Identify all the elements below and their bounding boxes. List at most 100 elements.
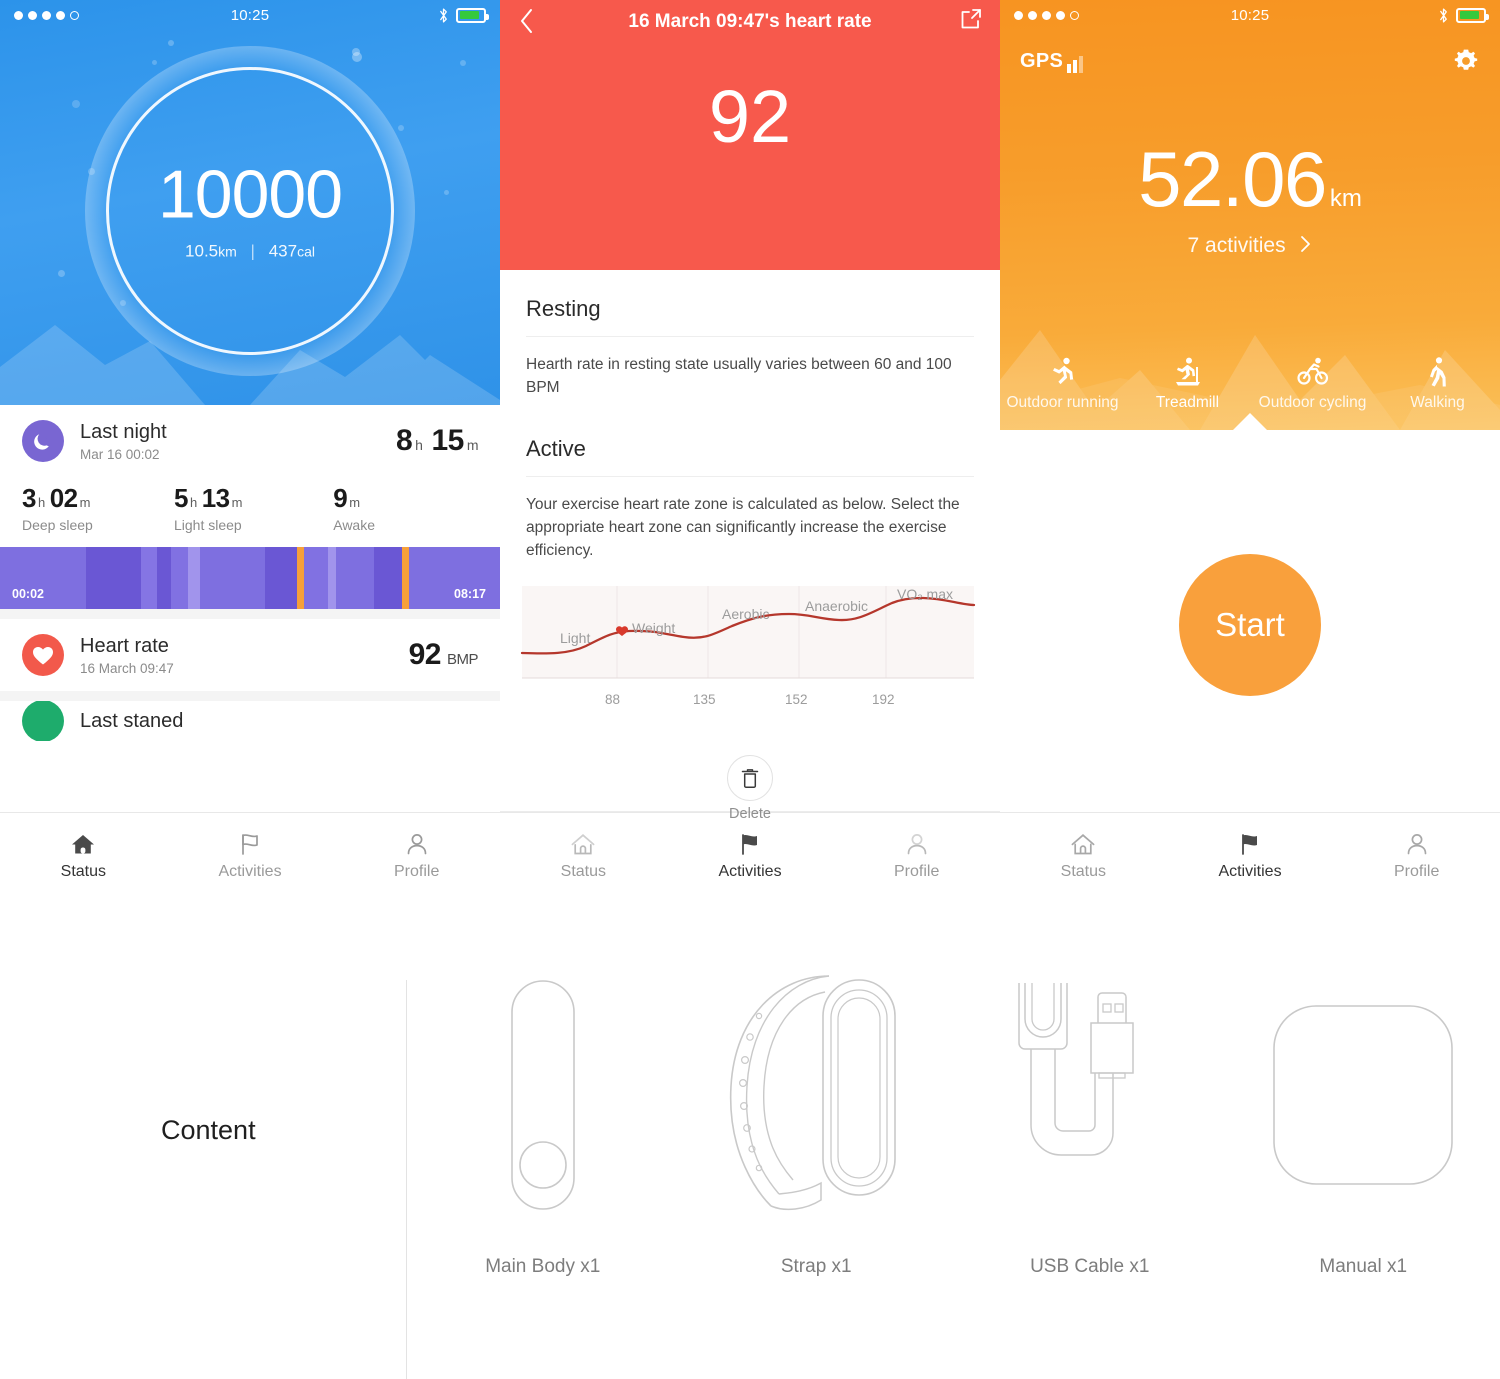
parts-list: Main Body x1 Strap x1 USB Cable x1 Manua…: [406, 960, 1500, 1278]
awake-unit: m: [349, 495, 360, 510]
sleep-stat-deep: 3 h 02 m Deep sleep: [22, 483, 174, 533]
tab-activities-label: Activities: [218, 863, 282, 880]
zone-label-weight: Weight: [632, 620, 676, 637]
gps-status: GPS: [1020, 50, 1084, 73]
activities-count-label: 7 activities: [1187, 234, 1286, 257]
deep-sleep-minutes-unit: m: [79, 495, 91, 510]
person-icon: [907, 834, 927, 855]
sleep-summary-row[interactable]: z Last night Mar 16 00:02 8 h 15 m: [0, 405, 500, 477]
activity-type-outdoor-running[interactable]: Outdoor running: [1000, 356, 1125, 412]
share-external-icon[interactable]: [960, 8, 982, 30]
tab-status-label: Status: [1060, 863, 1107, 880]
bottom-tab-bar: Status Activities Profile: [1000, 812, 1500, 900]
distance-value: 10.5: [185, 241, 219, 261]
section-divider: [0, 691, 500, 701]
bubble-decoration: [72, 100, 80, 108]
activity-type-walking[interactable]: Walking: [1375, 356, 1500, 412]
zone-tick-88: 88: [605, 692, 621, 708]
tab-profile[interactable]: Profile: [1333, 813, 1500, 900]
sleep-total-minutes: 15: [431, 424, 464, 457]
zone-tick-152: 152: [785, 692, 808, 708]
signal-dots-icon: [1014, 10, 1079, 20]
zone-label-vo2max: VO₂ max: [897, 586, 953, 603]
tab-status[interactable]: Status: [1000, 813, 1167, 900]
bubble-decoration: [152, 60, 157, 65]
resting-section: Resting Hearth rate in resting state usu…: [500, 270, 1000, 400]
home-icon: [1071, 834, 1095, 855]
sleep-subtitle: Mar 16 00:02: [80, 446, 160, 462]
zone-label-aerobic: Aerobic: [722, 606, 770, 623]
moon-sleep-icon: z: [22, 420, 64, 462]
tab-profile[interactable]: Profile: [833, 813, 1000, 900]
part-label: Manual x1: [1319, 1256, 1408, 1277]
activity-type-outdoor-cycling[interactable]: Outdoor cycling: [1250, 356, 1375, 412]
bubble-decoration: [460, 60, 466, 66]
tab-activities[interactable]: Activities: [1167, 813, 1334, 900]
tab-activities[interactable]: Activities: [167, 813, 334, 900]
battery-icon: [1456, 7, 1489, 23]
treadmill-icon: [1175, 357, 1200, 386]
part-strap: Strap x1: [680, 960, 954, 1278]
delete-button[interactable]: Delete: [727, 755, 773, 822]
bluetooth-icon: [1440, 7, 1447, 23]
active-section: Active Your exercise heart rate zone is …: [500, 400, 1000, 563]
bubble-decoration: [398, 125, 404, 131]
screenshot-root: 10:25 10000 10.5km | 437cal z Last night…: [0, 0, 1500, 1379]
start-button[interactable]: Start: [1179, 554, 1321, 696]
activity-type-treadmill[interactable]: Treadmill: [1125, 356, 1250, 412]
awake-value: 9: [333, 483, 348, 513]
zone-label-light: Light: [560, 630, 591, 647]
awake-label: Awake: [333, 517, 376, 533]
heart-rate-zone-chart: Light Weight Aerobic Anaerobic VO₂ max 8…: [514, 580, 986, 720]
bottom-tab-bar: Status Activities Profile: [500, 812, 1000, 900]
tab-profile-label: Profile: [394, 863, 440, 880]
heart-rate-subtitle: 16 March 09:47: [80, 660, 174, 676]
next-row-partial[interactable]: Last staned: [0, 701, 500, 741]
sleep-stat-awake: 9m Awake: [333, 483, 478, 533]
gear-icon[interactable]: [1452, 47, 1480, 75]
heart-rate-value: 92: [408, 638, 442, 671]
phone-screen-heart-rate: 16 March 09:47's heart rate 92 Resting H…: [500, 0, 1000, 900]
activities-count-link[interactable]: 7 activities: [1000, 234, 1500, 258]
person-icon: [1407, 834, 1427, 855]
flag-icon: [742, 834, 757, 855]
activity-type-label: Walking: [1410, 394, 1465, 411]
light-sleep-minutes: 13: [201, 483, 230, 513]
status-bar: 10:25: [0, 0, 500, 30]
selected-activity-caret: [1233, 413, 1267, 430]
gps-signal-icon: [1067, 55, 1084, 73]
light-sleep-minutes-unit: m: [231, 495, 243, 510]
part-usb-cable: USB Cable x1: [953, 960, 1227, 1278]
tab-status[interactable]: Status: [500, 813, 667, 900]
tab-profile-label: Profile: [894, 863, 940, 880]
active-text: Your exercise heart rate zone is calcula…: [526, 495, 960, 560]
tab-status[interactable]: Status: [0, 813, 167, 900]
heart-rate-row[interactable]: Heart rate 16 March 09:47 92 BMP: [0, 619, 500, 691]
content-section-title: Content: [161, 1115, 256, 1145]
flag-icon: [1242, 834, 1257, 855]
deep-sleep-minutes: 02: [49, 483, 78, 513]
steps-display: 10000 10.5km | 437cal: [100, 160, 400, 261]
heart-rate-title: Heart rate: [80, 634, 169, 657]
stat-separator: |: [250, 241, 255, 261]
heart-rate-header-title: 16 March 09:47's heart rate: [628, 11, 872, 32]
deep-sleep-hours: 3: [22, 483, 36, 513]
delete-button-label: Delete: [729, 806, 771, 822]
steps-count: 10000: [157, 156, 343, 233]
svg-text:z: z: [45, 432, 49, 441]
tab-status-label: Status: [60, 863, 107, 880]
phone-screen-activities: 10:25 GPS 52.06 km 7 activities Outdoor …: [1000, 0, 1500, 900]
tab-activities[interactable]: Activities: [667, 813, 834, 900]
next-row-title-partial: Last staned: [80, 709, 184, 732]
sleep-timeline-bar[interactable]: 00:02 08:17: [0, 547, 500, 609]
bluetooth-icon: [440, 7, 447, 23]
person-icon: [407, 834, 427, 855]
tab-profile[interactable]: Profile: [333, 813, 500, 900]
heart-icon: [22, 634, 64, 676]
active-heading: Active: [526, 435, 586, 461]
total-distance-unit: km: [1329, 185, 1362, 212]
heart-rate-big-value: 92: [708, 75, 792, 158]
chevron-left-icon[interactable]: [518, 6, 536, 36]
part-label: Strap x1: [780, 1256, 852, 1277]
flag-icon: [242, 834, 258, 855]
